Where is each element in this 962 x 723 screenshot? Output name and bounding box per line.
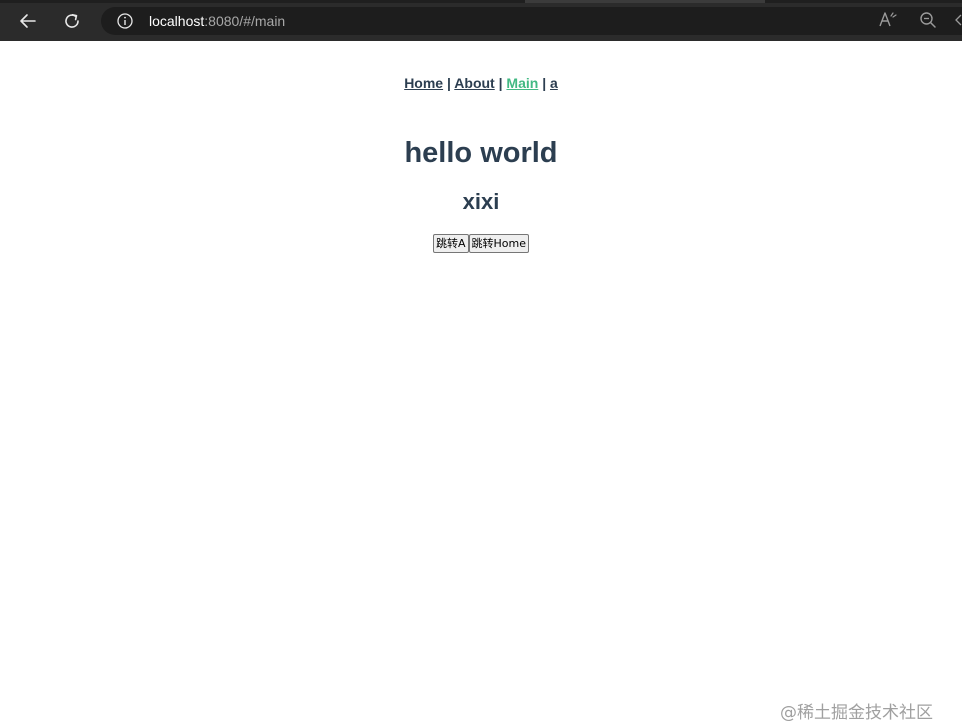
button-row: 跳转A 跳转Home: [0, 234, 962, 253]
goto-home-button[interactable]: 跳转Home: [468, 234, 529, 253]
zoom-out-icon[interactable]: [918, 10, 938, 30]
back-button[interactable]: [14, 8, 42, 34]
active-tab-edge: [525, 0, 765, 3]
goto-a-button[interactable]: 跳转A: [432, 234, 469, 253]
nav-link-home[interactable]: Home: [404, 75, 443, 91]
reload-button[interactable]: [58, 8, 86, 34]
reload-icon: [65, 14, 79, 28]
nav-separator: |: [542, 75, 547, 91]
nav-bar: Home | About | Main | a: [0, 74, 962, 92]
back-arrow-icon: [20, 14, 36, 28]
url-host: localhost: [149, 13, 205, 29]
page-title: hello world: [404, 137, 558, 169]
nav-link-main[interactable]: Main: [506, 75, 538, 91]
tab-strip: [0, 0, 962, 3]
page-content: Home | About | Main | a hello world xixi…: [0, 41, 962, 723]
watermark: @稀土掘金技术社区: [780, 703, 933, 723]
nav-separator: |: [446, 75, 451, 91]
nav-link-a[interactable]: a: [550, 75, 558, 91]
page-subtitle: xixi: [462, 189, 500, 214]
url-path: :8080/#/main: [204, 13, 286, 29]
address-bar[interactable]: localhost:8080/#/main: [101, 7, 962, 35]
info-icon[interactable]: [117, 13, 133, 29]
browser-toolbar: localhost:8080/#/main: [0, 0, 962, 41]
url-text[interactable]: localhost:8080/#/main: [149, 12, 285, 30]
read-aloud-icon[interactable]: [878, 10, 898, 30]
nav-link-about[interactable]: About: [454, 75, 494, 91]
nav-separator: |: [498, 75, 503, 91]
chevron-icon[interactable]: [955, 14, 962, 26]
